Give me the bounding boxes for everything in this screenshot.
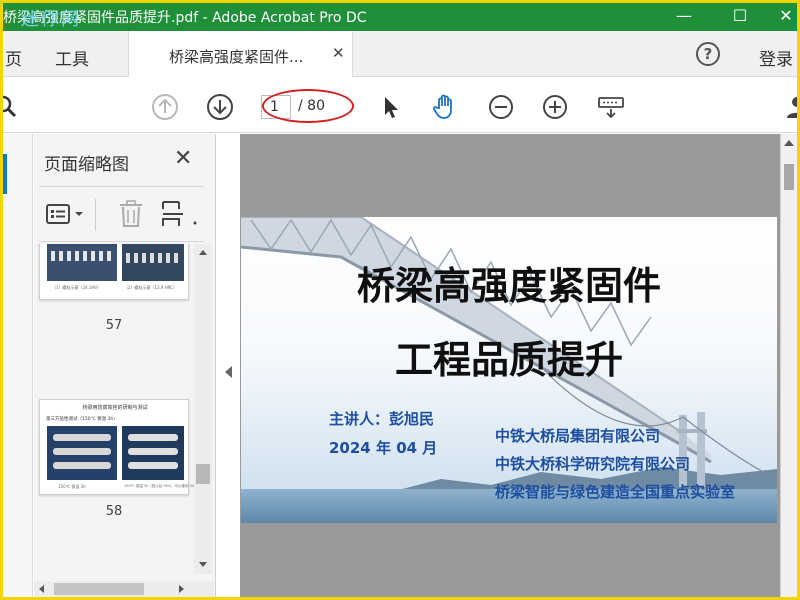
doc-scroll-thumb[interactable] bbox=[784, 164, 794, 190]
close-window-button[interactable]: ✕ bbox=[763, 3, 797, 31]
tab-tools[interactable]: 工具 bbox=[55, 45, 89, 70]
maximize-button[interactable]: ☐ bbox=[717, 3, 763, 31]
delete-icon[interactable] bbox=[117, 199, 145, 229]
thumbnail-caption-left: 150℃ 保温 3h bbox=[58, 484, 86, 489]
page-insert-icon[interactable] bbox=[161, 199, 201, 229]
slide-date: 2024 年 04 月 bbox=[329, 439, 438, 457]
slide-organization: 中铁大桥科学研究院有限公司 bbox=[495, 455, 691, 473]
zoom-in-icon[interactable] bbox=[541, 93, 569, 121]
tab-home[interactable]: 页 bbox=[5, 45, 22, 70]
tab-document[interactable]: 桥梁高强度紧固件... ✕ bbox=[128, 31, 353, 77]
thumbnail-options-icon[interactable] bbox=[45, 201, 85, 229]
next-page-icon[interactable] bbox=[206, 93, 234, 121]
hand-tool-icon[interactable] bbox=[431, 93, 459, 121]
scroll-left-arrow[interactable] bbox=[39, 585, 44, 593]
keyboard-icon[interactable] bbox=[597, 93, 625, 121]
thumbnail-image-left bbox=[47, 426, 117, 480]
user-icon[interactable] bbox=[783, 93, 797, 121]
zoom-out-icon[interactable] bbox=[487, 93, 515, 121]
thumbnail-horizontal-scrollbar[interactable] bbox=[34, 581, 214, 597]
select-arrow-icon[interactable] bbox=[377, 93, 405, 121]
sign-in-button[interactable]: 登录 bbox=[759, 45, 793, 70]
pdf-page-1: 桥梁高强度紧固件 工程品质提升 主讲人：彭旭民 2024 年 04 月 中铁大桥… bbox=[241, 217, 777, 523]
acrobat-window: 桥梁高强度紧固件品质提升.pdf - Adobe Acrobat Pro DC … bbox=[3, 3, 797, 597]
thumbnail-page-57[interactable]: （1）螺栓示意（24.1HV） （2）螺栓示意（12.9 HRC） bbox=[39, 244, 189, 300]
slide-organization: 中铁大桥局集团有限公司 bbox=[495, 427, 661, 445]
panel-title: 页面缩略图 bbox=[44, 155, 129, 175]
panel-toolbar bbox=[39, 186, 204, 242]
thumbnail-caption-left: （1）螺栓示意（24.1HV） bbox=[52, 285, 102, 290]
thumbnail-image-left bbox=[47, 244, 117, 281]
slide-speaker: 主讲人：彭旭民 bbox=[329, 410, 435, 428]
annotation-red-oval bbox=[262, 89, 354, 123]
prev-page-icon[interactable] bbox=[151, 93, 179, 121]
main-toolbar: 1 / 80 bbox=[3, 77, 797, 133]
page-thumbnails-panel: 页面缩略图 ✕ （1）螺栓示意（24.1HV） （2）螺栓示意（12.9 HRC… bbox=[34, 134, 216, 597]
thumbnail-subtitle: 第三方盐性测试（150℃ 保温 3h） bbox=[46, 417, 118, 422]
thumbnail-page-number: 57 bbox=[105, 318, 123, 333]
navigation-pane-strip bbox=[3, 134, 33, 597]
doc-scroll-up-arrow[interactable] bbox=[784, 140, 794, 146]
active-pane-indicator bbox=[3, 154, 7, 194]
thumbnail-image-right bbox=[122, 244, 184, 281]
thumbnail-vertical-scrollbar[interactable] bbox=[194, 244, 212, 574]
hscroll-thumb[interactable] bbox=[54, 583, 144, 595]
close-panel-icon[interactable]: ✕ bbox=[174, 146, 192, 171]
search-icon[interactable] bbox=[3, 93, 21, 121]
thumbnail-page-number: 58 bbox=[105, 504, 123, 519]
thumbnail-caption-right: 150℃ 保温 3h（回火后 90%，可以使用 3h） bbox=[124, 484, 198, 488]
collapse-panel-handle[interactable] bbox=[217, 134, 239, 597]
thumbnail-page-58[interactable]: 桥梁用防腐高栓的研制与测试 第三方盐性测试（150℃ 保温 3h） 150℃ 保… bbox=[39, 399, 198, 495]
help-button[interactable]: ? bbox=[696, 42, 720, 66]
site-watermark: 迷你网 bbox=[21, 9, 81, 30]
thumbnail-image-right bbox=[122, 426, 184, 480]
slide-title-line-2: 工程品质提升 bbox=[394, 338, 623, 382]
minimize-button[interactable]: — bbox=[661, 3, 707, 31]
tab-bar: 页 工具 桥梁高强度紧固件... ✕ ? 登录 bbox=[3, 31, 797, 77]
slide-organization: 桥梁智能与绿色建造全国重点实验室 bbox=[495, 483, 736, 501]
scroll-right-arrow[interactable] bbox=[179, 585, 184, 593]
scroll-down-arrow[interactable] bbox=[199, 562, 207, 567]
slide-title-line-1: 桥梁高强度紧固件 bbox=[356, 264, 661, 308]
collapse-arrow-icon bbox=[225, 366, 232, 378]
scroll-thumb[interactable] bbox=[196, 464, 210, 484]
scroll-up-arrow[interactable] bbox=[199, 250, 207, 255]
toolbar-divider bbox=[95, 199, 96, 231]
document-tab-label: 桥梁高强度紧固件... bbox=[169, 48, 304, 66]
title-bar: 桥梁高强度紧固件品质提升.pdf - Adobe Acrobat Pro DC … bbox=[3, 3, 797, 31]
thumbnail-header: 桥梁用防腐高栓的研制与测试 bbox=[82, 405, 148, 411]
thumbnail-caption-right: （2）螺栓示意（12.9 HRC） bbox=[124, 285, 178, 290]
thumbnail-list: （1）螺栓示意（24.1HV） （2）螺栓示意（12.9 HRC） 57 桥梁用… bbox=[34, 244, 214, 581]
document-vertical-scrollbar[interactable] bbox=[780, 134, 797, 597]
close-tab-icon[interactable]: ✕ bbox=[332, 44, 345, 62]
